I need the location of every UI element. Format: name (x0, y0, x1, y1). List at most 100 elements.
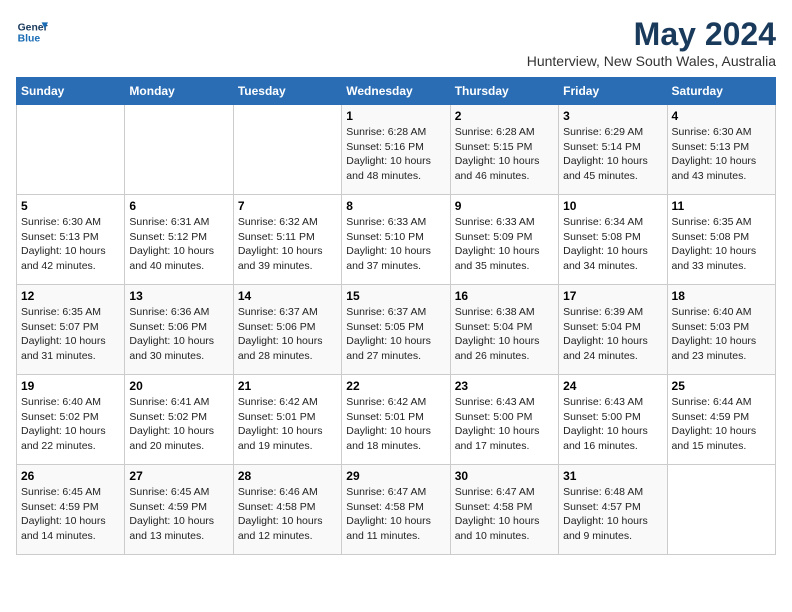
day-number: 31 (563, 469, 662, 483)
calendar-week-row: 19 Sunrise: 6:40 AM Sunset: 5:02 PM Dayli… (17, 375, 776, 465)
day-info: Sunrise: 6:31 AM Sunset: 5:12 PM Dayligh… (129, 215, 228, 274)
day-info: Sunrise: 6:39 AM Sunset: 5:04 PM Dayligh… (563, 305, 662, 364)
calendar-subtitle: Hunterview, New South Wales, Australia (527, 53, 776, 69)
table-row: 6Sunrise: 6:31 AM Sunset: 5:12 PM Daylig… (125, 195, 233, 285)
day-info: Sunrise: 6:36 AM Sunset: 5:06 PM Dayligh… (129, 305, 228, 364)
table-row: 21 Sunrise: 6:42 AM Sunset: 5:01 PM Dayli… (233, 375, 341, 465)
table-row: 25Sunrise: 6:44 AM Sunset: 4:59 PM Dayli… (667, 375, 775, 465)
day-info: Sunrise: 6:35 AM Sunset: 5:08 PM Dayligh… (672, 215, 771, 274)
table-row: 24 Sunrise: 6:43 AM Sunset: 5:00 PM Dayli… (559, 375, 667, 465)
day-info: Sunrise: 6:43 AM Sunset: 5:00 PM Dayligh… (563, 395, 662, 454)
title-area: May 2024 Hunterview, New South Wales, Au… (527, 16, 776, 69)
day-number: 20 (129, 379, 228, 393)
table-row: 16 Sunrise: 6:38 AM Sunset: 5:04 PM Dayli… (450, 285, 558, 375)
table-row: 14 Sunrise: 6:37 AM Sunset: 5:06 PM Dayli… (233, 285, 341, 375)
day-number: 7 (238, 199, 337, 213)
day-info: Sunrise: 6:40 AM Sunset: 5:03 PM Dayligh… (672, 305, 771, 364)
day-number: 26 (21, 469, 120, 483)
table-row: 18 Sunrise: 6:40 AM Sunset: 5:03 PM Dayli… (667, 285, 775, 375)
day-number: 27 (129, 469, 228, 483)
day-info: Sunrise: 6:33 AM Sunset: 5:10 PM Dayligh… (346, 215, 445, 274)
table-row: 4Sunrise: 6:30 AM Sunset: 5:13 PM Daylig… (667, 105, 775, 195)
day-number: 13 (129, 289, 228, 303)
day-info: Sunrise: 6:47 AM Sunset: 4:58 PM Dayligh… (455, 485, 554, 544)
table-row: 12 Sunrise: 6:35 AM Sunset: 5:07 PM Dayli… (17, 285, 125, 375)
day-number: 12 (21, 289, 120, 303)
day-number: 29 (346, 469, 445, 483)
table-row (233, 105, 341, 195)
day-info: Sunrise: 6:33 AM Sunset: 5:09 PM Dayligh… (455, 215, 554, 274)
table-row: 27 Sunrise: 6:45 AM Sunset: 4:59 PM Dayli… (125, 465, 233, 555)
table-row: 28 Sunrise: 6:46 AM Sunset: 4:58 PM Dayli… (233, 465, 341, 555)
header-saturday: Saturday (667, 78, 775, 105)
day-info: Sunrise: 6:47 AM Sunset: 4:58 PM Dayligh… (346, 485, 445, 544)
day-info: Sunrise: 6:29 AM Sunset: 5:14 PM Dayligh… (563, 125, 662, 184)
day-number: 5 (21, 199, 120, 213)
day-number: 21 (238, 379, 337, 393)
day-number: 23 (455, 379, 554, 393)
day-number: 15 (346, 289, 445, 303)
day-number: 30 (455, 469, 554, 483)
day-info: Sunrise: 6:42 AM Sunset: 5:01 PM Dayligh… (346, 395, 445, 454)
table-row: 26 Sunrise: 6:45 AM Sunset: 4:59 PM Dayli… (17, 465, 125, 555)
calendar-week-row: 5 Sunrise: 6:30 AM Sunset: 5:13 PM Daylig… (17, 195, 776, 285)
day-number: 16 (455, 289, 554, 303)
table-row: 2 Sunrise: 6:28 AM Sunset: 5:15 PM Daylig… (450, 105, 558, 195)
table-row: 3 Sunrise: 6:29 AM Sunset: 5:14 PM Daylig… (559, 105, 667, 195)
table-row: 1 Sunrise: 6:28 AM Sunset: 5:16 PM Daylig… (342, 105, 450, 195)
header-friday: Friday (559, 78, 667, 105)
logo-icon: General Blue (16, 16, 48, 48)
day-number: 28 (238, 469, 337, 483)
day-number: 14 (238, 289, 337, 303)
header-sunday: Sunday (17, 78, 125, 105)
day-info: Sunrise: 6:42 AM Sunset: 5:01 PM Dayligh… (238, 395, 337, 454)
calendar-week-row: 1 Sunrise: 6:28 AM Sunset: 5:16 PM Daylig… (17, 105, 776, 195)
table-row: 9 Sunrise: 6:33 AM Sunset: 5:09 PM Daylig… (450, 195, 558, 285)
day-info: Sunrise: 6:34 AM Sunset: 5:08 PM Dayligh… (563, 215, 662, 274)
day-info: Sunrise: 6:44 AM Sunset: 4:59 PM Dayligh… (672, 395, 771, 454)
day-number: 24 (563, 379, 662, 393)
calendar-header-row: Sunday Monday Tuesday Wednesday Thursday… (17, 78, 776, 105)
table-row: 19 Sunrise: 6:40 AM Sunset: 5:02 PM Dayli… (17, 375, 125, 465)
day-info: Sunrise: 6:35 AM Sunset: 5:07 PM Dayligh… (21, 305, 120, 364)
day-info: Sunrise: 6:45 AM Sunset: 4:59 PM Dayligh… (129, 485, 228, 544)
day-info: Sunrise: 6:32 AM Sunset: 5:11 PM Dayligh… (238, 215, 337, 274)
table-row: 23Sunrise: 6:43 AM Sunset: 5:00 PM Dayli… (450, 375, 558, 465)
day-number: 18 (672, 289, 771, 303)
day-number: 10 (563, 199, 662, 213)
day-info: Sunrise: 6:37 AM Sunset: 5:05 PM Dayligh… (346, 305, 445, 364)
day-info: Sunrise: 6:41 AM Sunset: 5:02 PM Dayligh… (129, 395, 228, 454)
day-info: Sunrise: 6:28 AM Sunset: 5:16 PM Dayligh… (346, 125, 445, 184)
day-number: 8 (346, 199, 445, 213)
day-number: 22 (346, 379, 445, 393)
table-row (125, 105, 233, 195)
day-info: Sunrise: 6:28 AM Sunset: 5:15 PM Dayligh… (455, 125, 554, 184)
table-row: 10 Sunrise: 6:34 AM Sunset: 5:08 PM Dayli… (559, 195, 667, 285)
day-info: Sunrise: 6:40 AM Sunset: 5:02 PM Dayligh… (21, 395, 120, 454)
day-number: 9 (455, 199, 554, 213)
day-info: Sunrise: 6:46 AM Sunset: 4:58 PM Dayligh… (238, 485, 337, 544)
day-info: Sunrise: 6:37 AM Sunset: 5:06 PM Dayligh… (238, 305, 337, 364)
day-number: 19 (21, 379, 120, 393)
table-row: 29 Sunrise: 6:47 AM Sunset: 4:58 PM Dayli… (342, 465, 450, 555)
day-number: 1 (346, 109, 445, 123)
day-info: Sunrise: 6:30 AM Sunset: 5:13 PM Dayligh… (21, 215, 120, 274)
day-number: 2 (455, 109, 554, 123)
calendar-table: Sunday Monday Tuesday Wednesday Thursday… (16, 77, 776, 555)
day-info: Sunrise: 6:45 AM Sunset: 4:59 PM Dayligh… (21, 485, 120, 544)
table-row: 5 Sunrise: 6:30 AM Sunset: 5:13 PM Daylig… (17, 195, 125, 285)
day-number: 3 (563, 109, 662, 123)
logo: General Blue (16, 16, 48, 48)
table-row: 15 Sunrise: 6:37 AM Sunset: 5:05 PM Dayli… (342, 285, 450, 375)
table-row: 8 Sunrise: 6:33 AM Sunset: 5:10 PM Daylig… (342, 195, 450, 285)
table-row: 13 Sunrise: 6:36 AM Sunset: 5:06 PM Dayli… (125, 285, 233, 375)
header-tuesday: Tuesday (233, 78, 341, 105)
day-info: Sunrise: 6:38 AM Sunset: 5:04 PM Dayligh… (455, 305, 554, 364)
day-number: 11 (672, 199, 771, 213)
header-monday: Monday (125, 78, 233, 105)
table-row: 17Sunrise: 6:39 AM Sunset: 5:04 PM Dayli… (559, 285, 667, 375)
table-row: 7 Sunrise: 6:32 AM Sunset: 5:11 PM Daylig… (233, 195, 341, 285)
table-row: 30 Sunrise: 6:47 AM Sunset: 4:58 PM Dayli… (450, 465, 558, 555)
calendar-week-row: 26 Sunrise: 6:45 AM Sunset: 4:59 PM Dayli… (17, 465, 776, 555)
calendar-title: May 2024 (527, 16, 776, 53)
